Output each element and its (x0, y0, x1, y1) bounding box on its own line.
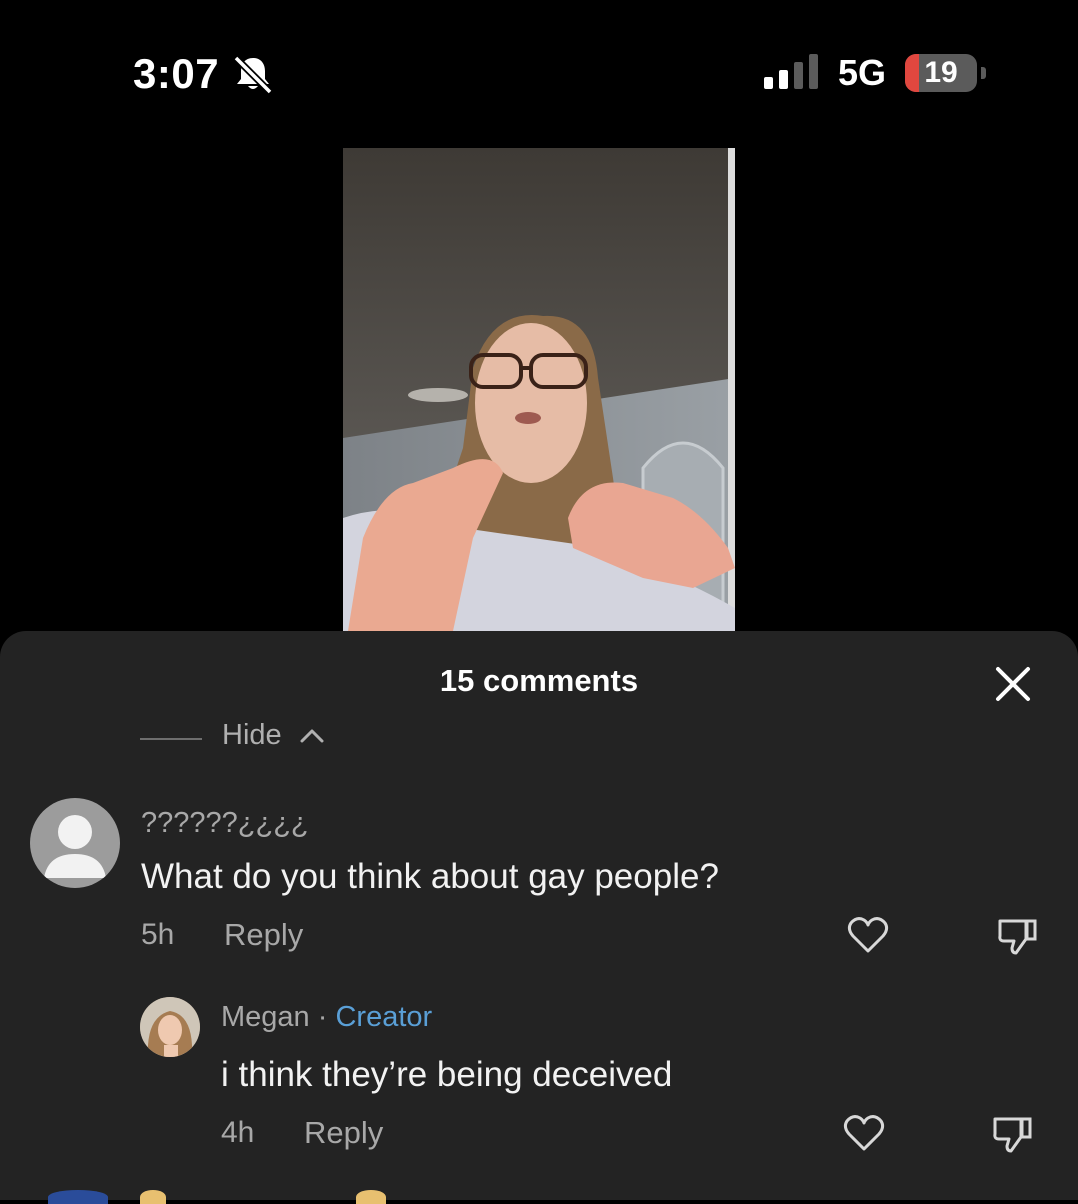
chevron-up-icon (300, 729, 324, 743)
creator-avatar-image (140, 997, 200, 1057)
comments-count-title: 15 comments (439, 663, 639, 698)
reply-username[interactable]: Megan (221, 1001, 310, 1033)
avatar[interactable] (140, 997, 200, 1057)
comment-username[interactable]: ??????¿¿¿¿ (141, 807, 309, 840)
default-avatar-icon (44, 815, 106, 878)
thumbs-down-icon[interactable] (996, 915, 1040, 957)
status-time: 3:07 (133, 50, 220, 97)
divider-line (140, 738, 202, 740)
close-icon[interactable] (990, 661, 1036, 707)
avatar[interactable] (30, 798, 120, 888)
thumbs-down-icon[interactable] (991, 1113, 1035, 1155)
status-bar: 3:07 5G 19 (0, 0, 1078, 140)
comments-sheet: 15 comments Hide ??????¿¿¿¿ What do you … (0, 631, 1078, 1200)
battery-icon: 19 (905, 54, 987, 92)
heart-icon[interactable] (842, 1113, 886, 1153)
emoji-icon (140, 1190, 166, 1204)
reply-button[interactable]: Reply (224, 917, 303, 953)
comment-timestamp: 5h (141, 918, 175, 951)
separator-dot: · (317, 1001, 328, 1033)
reply-timestamp: 4h (221, 1116, 255, 1149)
reply-text: i think they’re being deceived (221, 1055, 673, 1094)
signal-icon (764, 54, 818, 89)
bell-slash-icon (233, 55, 273, 94)
reply-button[interactable]: Reply (304, 1115, 383, 1151)
emoji-icon (356, 1190, 386, 1204)
comment-text: What do you think about gay people? (141, 857, 719, 896)
reply-username-line: Megan · Creator (221, 1001, 432, 1034)
video-frame-image (343, 148, 735, 631)
network-type: 5G (838, 52, 887, 93)
creator-badge: Creator (335, 1001, 433, 1033)
avatar (48, 1190, 108, 1204)
video-player[interactable] (343, 148, 735, 631)
hide-replies-label: Hide (222, 719, 282, 751)
heart-icon[interactable] (846, 915, 890, 955)
battery-level: 19 (924, 56, 958, 89)
